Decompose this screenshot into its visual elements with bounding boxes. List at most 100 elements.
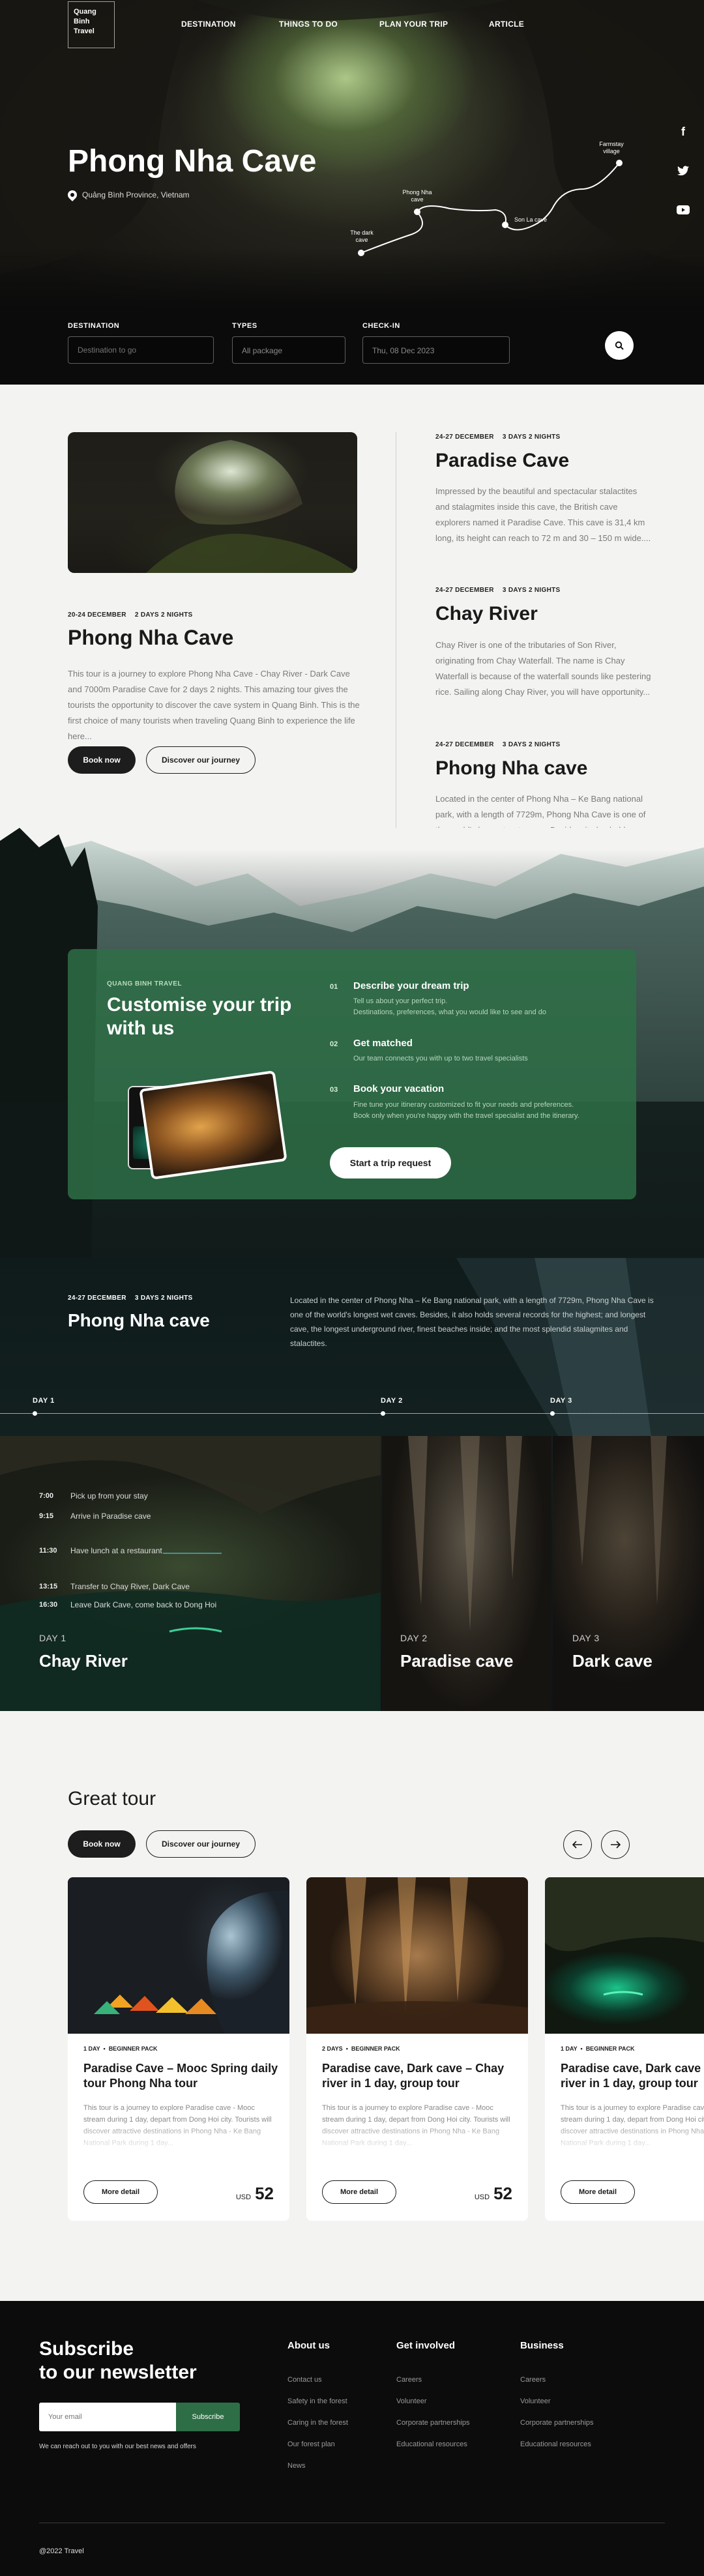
footer-link[interactable]: Volunteer (396, 2397, 426, 2405)
footer-link[interactable]: Contact us (287, 2376, 322, 2384)
footer-link[interactable]: News (287, 2462, 306, 2470)
featured-meta: 20-24 DECEMBER 2 DAYS 2 NIGHTS (68, 611, 199, 619)
carousel-next-button[interactable] (601, 1830, 630, 1859)
tour-card[interactable]: 2 DAYS • BEGINNER PACK Paradise cave, Da… (306, 1877, 528, 2221)
hero-section: Quang Binh Travel DESTINATION THINGS TO … (0, 0, 704, 385)
day-panel-2[interactable]: DAY 2 Paradise cave (382, 1436, 551, 1711)
tour-card-price: USD 52 (475, 2184, 512, 2204)
tour-card[interactable]: 1 DAY • BEGINNER PACK Paradise Cave – Mo… (68, 1877, 289, 2221)
map-label-farmstay: Farmstay village (599, 141, 624, 154)
carousel-prev-button[interactable] (563, 1830, 592, 1859)
newsletter-email-input[interactable] (39, 2403, 176, 2431)
footer-link[interactable]: Educational resources (520, 2440, 591, 2448)
price-currency: USD (235, 2193, 252, 2201)
side-tour-description: Chay River is one of the tributaries of … (435, 640, 651, 697)
nav-article[interactable]: ARTICLE (489, 20, 524, 29)
step-number: 01 (330, 983, 338, 991)
nav-destination[interactable]: DESTINATION (181, 20, 236, 29)
destination-input[interactable] (68, 336, 214, 364)
side-tour-date: 24-27 DECEMBER (435, 587, 494, 594)
types-select[interactable]: All package (232, 336, 345, 364)
step-desc: Fine tune your itinerary customized to f… (353, 1100, 634, 1122)
timeline-day-2[interactable]: DAY 2 (381, 1397, 403, 1405)
more-detail-button[interactable]: More detail (561, 2180, 635, 2204)
youtube-icon[interactable] (675, 202, 691, 218)
tour-card-meta: 1 DAY • BEGINNER PACK (83, 2045, 158, 2052)
itinerary-duration: 3 DAYS 2 NIGHTS (134, 1295, 193, 1302)
footer-link[interactable]: Corporate partnerships (396, 2419, 470, 2427)
side-tour-duration: 3 DAYS 2 NIGHTS (502, 587, 561, 594)
footer-link[interactable]: Educational resources (396, 2440, 467, 2448)
side-tour-meta: 24-27 DECEMBER 3 DAYS 2 NIGHTS (435, 587, 566, 594)
side-tour-duration: 3 DAYS 2 NIGHTS (502, 433, 561, 441)
arrow-right-icon (611, 1841, 621, 1849)
side-tour-description: Impressed by the beautiful and spectacul… (435, 486, 651, 543)
tour-card-pack: BEGINNER PACK (585, 2045, 635, 2052)
footer-link[interactable]: Safety in the forest (287, 2397, 347, 2405)
itinerary-title: Phong Nha cave (68, 1310, 210, 1330)
footer-link[interactable]: Corporate partnerships (520, 2419, 594, 2427)
day-panel-3[interactable]: DAY 3 Dark cave (553, 1436, 704, 1711)
customise-card: QUANG BINH TRAVEL Customise your trip wi… (68, 949, 636, 1199)
hero-title: Phong Nha Cave (68, 144, 317, 179)
search-icon (615, 341, 624, 350)
route-map (358, 160, 623, 256)
side-tour-date: 24-27 DECEMBER (435, 433, 494, 441)
brand-logo[interactable]: Quang Binh Travel (68, 1, 115, 48)
side-tour-meta: 24-27 DECEMBER 3 DAYS 2 NIGHTS (435, 741, 566, 748)
hero-location: Quảng Bình Province, Vietnam (66, 188, 190, 201)
start-trip-request-button[interactable]: Start a trip request (330, 1147, 451, 1178)
nav-plan-your-trip[interactable]: PLAN YOUR TRIP (379, 20, 448, 29)
step-desc: Tell us about your perfect trip. Destina… (353, 996, 627, 1018)
tour-card-title: Paradise Cave – Mooc Spring daily tour P… (83, 2062, 278, 2090)
footer-link[interactable]: Careers (520, 2376, 546, 2384)
schedule-time: 7:00 (39, 1492, 54, 1500)
great-tour-book-button[interactable]: Book now (68, 1830, 136, 1858)
itinerary-description: Located in the center of Phong Nha – Ke … (290, 1296, 654, 1348)
side-tour-title[interactable]: Paradise Cave (435, 450, 569, 472)
featured-tour-image (68, 432, 357, 573)
side-tour-title[interactable]: Phong Nha cave (435, 757, 587, 780)
footer-link[interactable]: Our forest plan (287, 2440, 335, 2448)
newsletter-note: We can reach out to you with our best ne… (39, 2443, 196, 2450)
great-tour-discover-button[interactable]: Discover our journey (146, 1830, 256, 1858)
tour-card[interactable]: 1 DAY • BEGINNER PACK Paradise cave, Dar… (545, 1877, 704, 2221)
facebook-icon[interactable]: f (675, 124, 691, 139)
footer-link[interactable]: Volunteer (520, 2397, 550, 2405)
timeline-day-3[interactable]: DAY 3 (550, 1397, 572, 1405)
subscribe-button[interactable]: Subscribe (176, 2403, 240, 2431)
customise-eyebrow: QUANG BINH TRAVEL (107, 980, 182, 988)
book-now-button[interactable]: Book now (68, 746, 136, 774)
schedule-text: Pick up from your stay (70, 1491, 148, 1500)
twitter-icon[interactable] (675, 163, 691, 179)
map-label-dark-cave: The dark cave (350, 229, 374, 243)
nav-things-to-do[interactable]: THINGS TO DO (279, 20, 338, 29)
footer-column-title: About us (287, 2340, 330, 2351)
footer-link[interactable]: Caring in the forest (287, 2419, 348, 2427)
day-panel-1[interactable]: 7:00 Pick up from your stay 9:15 Arrive … (0, 1436, 381, 1711)
tour-card-meta: 1 DAY • BEGINNER PACK (561, 2045, 635, 2052)
tour-card-image (306, 1877, 528, 2034)
footer-link[interactable]: Careers (396, 2376, 422, 2384)
more-detail-button[interactable]: More detail (322, 2180, 396, 2204)
schedule-text: Transfer to Chay River, Dark Cave (70, 1582, 190, 1591)
tour-card-title: Paradise cave, Dark cave – Chay river in… (322, 2062, 505, 2090)
discover-journey-button[interactable]: Discover our journey (146, 746, 256, 774)
more-detail-button[interactable]: More detail (83, 2180, 158, 2204)
panel-day-label: DAY 2 (400, 1633, 428, 1643)
step-number: 03 (330, 1086, 338, 1094)
search-button[interactable] (605, 331, 634, 360)
location-text: Quảng Bình Province, Vietnam (82, 190, 190, 199)
schedule-time: 9:15 (39, 1512, 54, 1520)
checkin-input[interactable]: Thu, 08 Dec 2023 (362, 336, 510, 364)
schedule-text: Leave Dark Cave, come back to Dong Hoi (70, 1600, 217, 1609)
side-tour-title[interactable]: Chay River (435, 603, 538, 625)
customise-title: Customise your trip with us (107, 993, 291, 1040)
footer: Subscribe to our newsletter Subscribe We… (0, 2301, 704, 2576)
schedule-time: 16:30 (39, 1601, 58, 1609)
brand-line: Binh (74, 18, 90, 25)
featured-date: 20-24 DECEMBER (68, 611, 126, 619)
timeline-dot (550, 1411, 555, 1416)
timeline-day-1[interactable]: DAY 1 (33, 1397, 55, 1405)
newsletter-title-line: to our newsletter (39, 2362, 197, 2383)
